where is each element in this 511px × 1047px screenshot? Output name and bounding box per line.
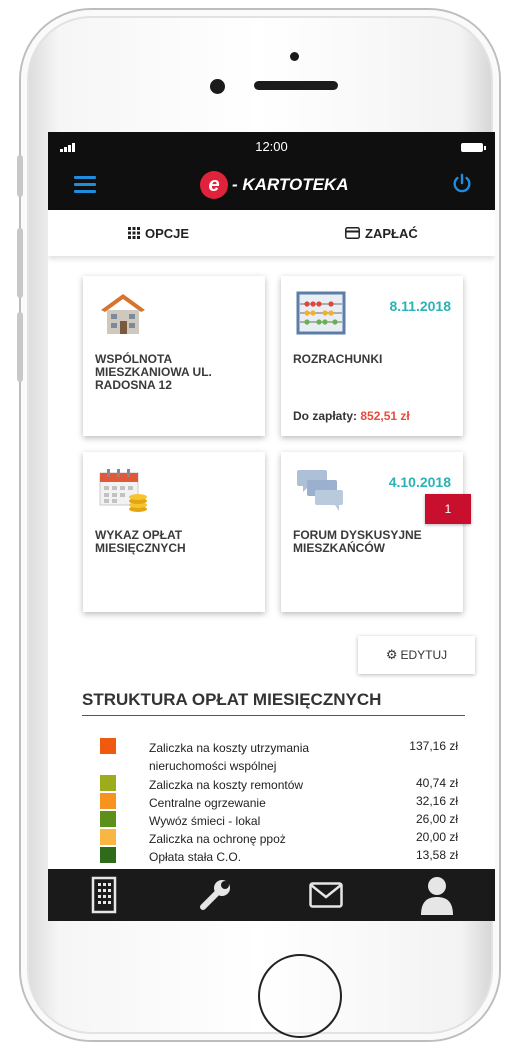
gear-icon: ⚙ [385,647,398,662]
status-bar: 12:00 [48,132,495,160]
tab-pay-label: ZAPŁAĆ [365,225,418,241]
wrench-icon [199,880,230,910]
front-camera [290,52,299,61]
nav-building[interactable] [48,869,159,921]
app-logo: e - KARTOTEKA [200,171,349,199]
fee-color-swatch [100,775,116,791]
fee-color-swatch [100,847,116,863]
fee-color-swatch [100,829,116,845]
amount-due-label: Do zapłaty: [293,409,358,423]
fee-color-swatch [100,738,116,754]
fee-value: 26,00 zł [415,812,458,826]
tab-bar: OPCJE ZAPŁAĆ [48,210,495,256]
card-community-title: WSPÓLNOTA MIESZKANIOWA UL. RADOSNA 12 [95,352,212,392]
edit-button[interactable]: ⚙ EDYTUJ [358,636,475,674]
card-forum-date: 4.10.2018 [388,474,451,490]
card-settlements-date: 8.11.2018 [389,298,451,314]
app-header: e - KARTOTEKA [48,160,495,210]
card-icon [345,227,360,239]
power-icon[interactable] [451,173,473,195]
tab-options[interactable]: OPCJE [128,210,189,256]
nav-profile[interactable] [381,869,492,921]
fee-value: 32,16 zł [415,794,458,808]
fee-label: Zaliczka na ochronę ppoż [149,832,286,846]
fee-value: 20,00 zł [415,830,458,844]
mute-switch [17,155,23,197]
card-forum[interactable]: 4.10.2018 FORUM DYSKUSYJNE MIESZKAŃCÓW 1 [281,452,471,612]
volume-down-button [17,312,23,382]
amount-due-value: 852,51 zł [360,409,410,423]
section-divider [82,715,465,716]
abacus-icon [296,291,346,335]
mail-icon [308,882,343,908]
user-icon [420,877,453,915]
card-settlements-title: ROZRACHUNKI [293,352,383,366]
logo-mark: e [200,171,228,199]
edit-button-label: EDYTUJ [400,648,448,662]
bottom-nav [48,869,495,921]
app-name: - KARTOTEKA [232,175,349,194]
main-content: WSPÓLNOTA MIESZKANIOWA UL. RADOSNA 12 8.… [48,256,495,869]
earpiece-speaker [254,81,338,90]
fee-label: Wywóz śmieci - lokal [149,814,261,828]
nav-messages[interactable] [270,869,381,921]
fee-value: 40,74 zł [415,776,458,790]
calendar-coins-icon [99,469,147,512]
menu-icon[interactable] [74,176,96,194]
nav-settings[interactable] [159,869,270,921]
house-icon [101,294,145,334]
card-monthly-fees-title: WYKAZ OPŁAT MIESIĘCZNYCH [95,528,186,555]
tab-options-label: OPCJE [145,225,190,241]
tab-pay[interactable]: ZAPŁAĆ [345,210,418,256]
fee-value: 137,16 zł [409,739,458,753]
grid-icon [128,227,140,239]
amount-due: Do zapłaty: 852,51 zł [293,409,410,423]
fee-value: 13,58 zł [415,848,458,862]
card-monthly-fees[interactable]: WYKAZ OPŁAT MIESIĘCZNYCH [83,452,265,612]
fee-label: Centralne ogrzewanie [149,796,266,810]
card-forum-title: FORUM DYSKUSYJNE MIESZKAŃCÓW [293,528,422,555]
card-settlements[interactable]: 8.11.2018 ROZRACHUNKI Do zapłaty: 852,51… [281,276,463,436]
app-screen: 12:00 e - KARTOTEKA OPCJE ZAPŁAĆ WSPÓLNO… [48,132,495,921]
chat-bubbles-icon [297,470,343,511]
fee-color-swatch [100,793,116,809]
fee-label: Zaliczka na koszty utrzymania nieruchomo… [149,741,310,773]
notification-badge: 1 [425,494,471,524]
home-button[interactable] [258,954,342,1038]
fee-color-swatch [100,811,116,827]
status-time: 12:00 [255,139,288,154]
volume-up-button [17,228,23,298]
battery-icon [461,143,486,152]
sensor-lens [210,79,225,94]
card-community[interactable]: WSPÓLNOTA MIESZKANIOWA UL. RADOSNA 12 [83,276,265,436]
building-icon [91,876,116,914]
fee-label: Zaliczka na koszty remontów [149,778,304,792]
fees-section-title: STRUKTURA OPŁAT MIESIĘCZNYCH [82,690,382,709]
fee-label: Opłata stała C.O. [149,850,242,864]
